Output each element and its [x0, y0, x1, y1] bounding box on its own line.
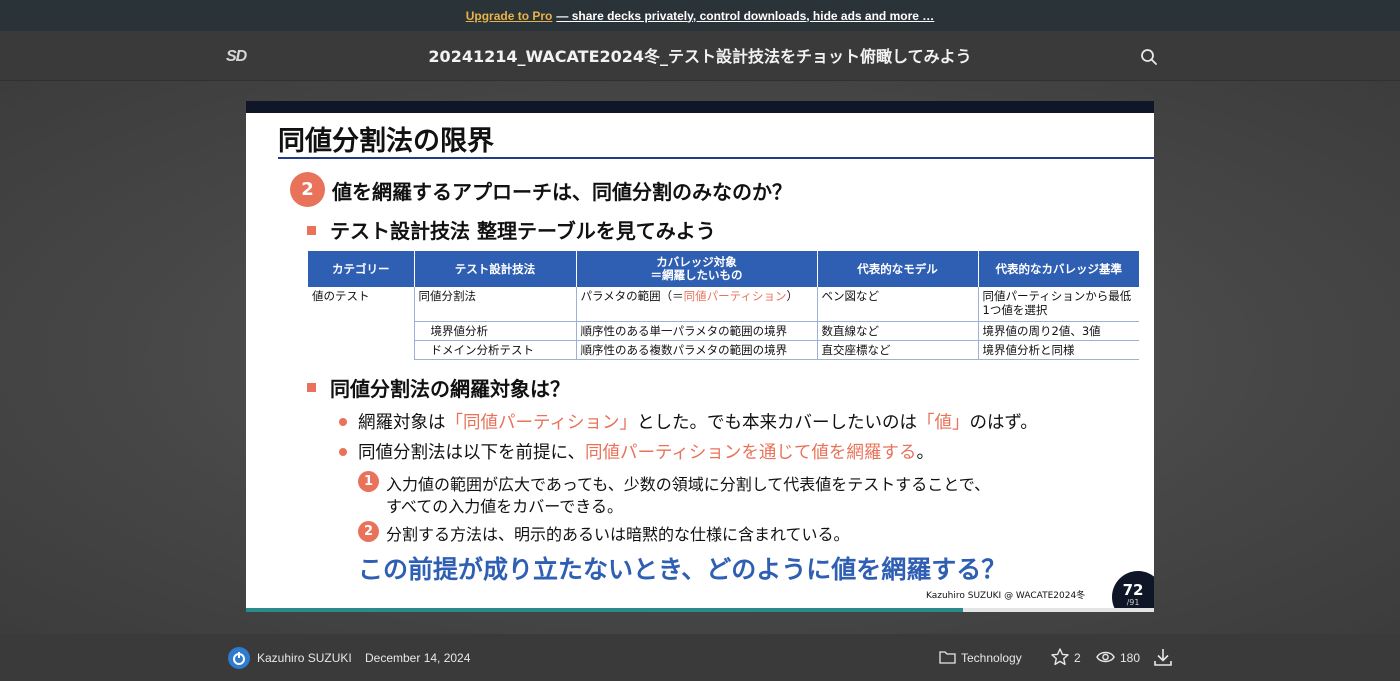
- bullet-premise: 同値分割法は以下を前提に、同値パーティションを通じて値を網羅する。: [358, 439, 934, 464]
- table-cell: 順序性のある単一パラメタの範囲の境界: [575, 321, 817, 341]
- table-cell: 順序性のある複数パラメタの範囲の境界: [575, 340, 817, 360]
- table-cell: 境界値の周り2値、3値: [977, 321, 1139, 341]
- table-cell: 直交座標など: [816, 340, 978, 360]
- question-heading: 値を網羅するアプローチは、同値分割のみなのか？: [332, 180, 792, 204]
- table-cell: [308, 340, 414, 359]
- deck-title: 20241214_WACATE2024冬_テスト設計技法をチョット俯瞰してみよう: [428, 47, 972, 66]
- premise-1-line2: すべての入力値をカバーできる。: [386, 497, 623, 516]
- eye-icon: [1096, 651, 1115, 663]
- table-header: カバレッジ対象 ＝網羅したいもの: [576, 251, 818, 287]
- progress-fill: [246, 608, 964, 612]
- star-count: 2: [1074, 651, 1081, 665]
- header: SD 20241214_WACATE2024冬_テスト設計技法をチョット俯瞰して…: [0, 31, 1400, 81]
- target-heading: 同値分割法の網羅対象は？: [330, 377, 570, 401]
- table-cell: パラメタの範囲（＝同値パーティション）: [575, 287, 817, 322]
- premise-1-line1: 入力値の範囲が広大であっても、少数の領域に分割して代表値をテストすることで、: [386, 475, 991, 494]
- category-link[interactable]: Technology: [961, 651, 1022, 665]
- table-cell: ベン図など: [816, 287, 978, 322]
- author-link[interactable]: Kazuhiro SUZUKI: [257, 651, 352, 665]
- slide-credit: Kazuhiro SUZUKI @ WACATE2024冬: [926, 591, 1086, 601]
- current-page: 72: [1122, 581, 1144, 599]
- page-number-badge: 72 /91: [1112, 571, 1154, 612]
- table-cell: 同値パーティションから最低1つ値を選択: [977, 287, 1139, 322]
- star-icon[interactable]: [1050, 647, 1070, 667]
- bullet-highlight: 「同値パーティション」: [445, 413, 637, 433]
- progress-bar: [246, 608, 1154, 612]
- bullet-text: 同値分割法は以下を前提に、: [358, 443, 585, 463]
- slide-title: 同値分割法の限界: [278, 126, 494, 157]
- cell-text: パラメタの範囲（＝: [580, 289, 684, 303]
- avatar[interactable]: [228, 647, 250, 669]
- bullet-coverage: 網羅対象は「同値パーティション」とした。でも本来カバーしたいのは「値」のはず。: [358, 409, 1038, 434]
- slide[interactable]: 同値分割法の限界 2 値を網羅するアプローチは、同値分割のみなのか？ テスト設計…: [246, 101, 1154, 612]
- publish-date: December 14, 2024: [365, 651, 471, 665]
- table-row: 境界値分析 順序性のある単一パラメタの範囲の境界 数直線など 境界値の周り2値、…: [308, 321, 1139, 341]
- premise-2: 分割する方法は、明示的あるいは暗黙的な仕様に含まれている。: [386, 525, 850, 544]
- number-badge-2: 2: [358, 521, 379, 542]
- promo-bar: Upgrade to Pro — share decks privately, …: [0, 0, 1400, 31]
- technique-table: カテゴリー テスト設計技法 カバレッジ対象 ＝網羅したいもの 代表的なモデル 代…: [308, 251, 1139, 360]
- total-pages: /91: [1126, 598, 1140, 607]
- cell-highlight: 同値パーティション: [683, 289, 787, 303]
- table-header: テスト設計技法: [414, 251, 577, 287]
- table-row: ドメイン分析テスト 順序性のある複数パラメタの範囲の境界 直交座標など 境界値分…: [308, 340, 1139, 360]
- bullet-text: 網羅対象は: [358, 413, 446, 433]
- table-cell: ドメイン分析テスト: [413, 340, 576, 360]
- folder-icon[interactable]: [939, 650, 956, 664]
- number-badge-2: 2: [290, 172, 325, 207]
- promo-text[interactable]: — share decks privately, control downloa…: [556, 9, 934, 23]
- search-icon[interactable]: [1140, 48, 1158, 66]
- dot-bullet-icon: [339, 448, 347, 456]
- title-divider: [278, 157, 1154, 159]
- conclusion-question: この前提が成り立たないとき、どのように値を網羅する？: [358, 555, 1007, 584]
- footer: Kazuhiro SUZUKI December 14, 2024 Techno…: [0, 634, 1400, 681]
- square-bullet-icon: [307, 226, 316, 235]
- square-bullet-icon: [307, 383, 316, 392]
- bullet-highlight: 同値パーティションを通じて値を網羅する: [584, 443, 917, 463]
- cell-text: ）: [786, 289, 798, 303]
- table-cell: 同値分割法: [413, 287, 576, 322]
- bullet-text: のはず。: [969, 413, 1038, 433]
- view-count: 180: [1120, 651, 1141, 665]
- number-badge-1: 1: [358, 471, 379, 492]
- table-cell: [308, 321, 414, 340]
- slide-top-bar: [246, 101, 1154, 113]
- table-header: 代表的なモデル: [817, 251, 979, 287]
- table-cell: 値のテスト: [312, 289, 370, 303]
- download-icon[interactable]: [1153, 647, 1173, 667]
- table-header: 代表的なカバレッジ基準: [978, 251, 1139, 287]
- table-header: カテゴリー: [308, 251, 415, 287]
- table-row: 値のテスト 同値分割法 パラメタの範囲（＝同値パーティション） ベン図など 同値…: [308, 287, 1139, 322]
- table-heading: テスト設計技法 整理テーブルを見てみよう: [330, 219, 716, 243]
- table-cell: 境界値分析と同様: [977, 340, 1139, 360]
- dot-bullet-icon: [339, 418, 347, 426]
- bullet-text: とした。でも本来カバーしたいのは: [636, 413, 917, 433]
- bullet-highlight: 「値」: [916, 413, 970, 433]
- table-cell: 境界値分析: [413, 321, 576, 341]
- table-cell: 数直線など: [816, 321, 978, 341]
- upgrade-link[interactable]: Upgrade to Pro: [466, 9, 553, 23]
- power-icon: [233, 652, 245, 665]
- bullet-text: 。: [916, 443, 934, 463]
- table-header-row: カテゴリー テスト設計技法 カバレッジ対象 ＝網羅したいもの 代表的なモデル 代…: [308, 251, 1139, 287]
- speakerdeck-logo-icon[interactable]: SD: [226, 48, 252, 65]
